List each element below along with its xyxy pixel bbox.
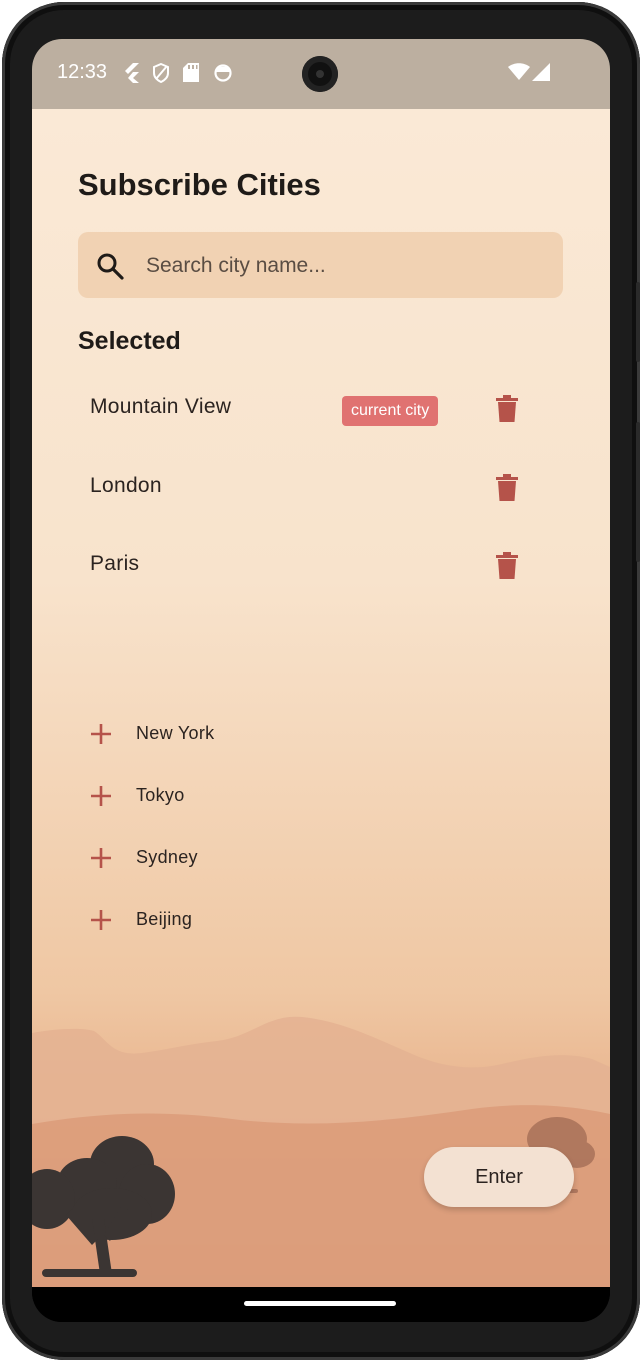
- wifi-icon: [508, 63, 530, 80]
- selected-city-row[interactable]: Paris: [78, 534, 568, 596]
- main-content: Subscribe Cities Selected Mountain View …: [32, 109, 610, 1287]
- search-input[interactable]: [144, 232, 548, 300]
- add-city-row[interactable]: Beijing: [90, 895, 390, 945]
- city-name: Sydney: [136, 847, 198, 867]
- selected-city-row[interactable]: London: [78, 456, 568, 518]
- plus-icon[interactable]: [90, 723, 112, 745]
- circle-status-icon: [214, 64, 232, 82]
- plus-icon[interactable]: [90, 909, 112, 931]
- selected-city-row[interactable]: Mountain View current city: [78, 377, 568, 439]
- enter-button[interactable]: Enter: [424, 1147, 574, 1207]
- status-bar: 12:33: [32, 39, 610, 109]
- signal-icon: [532, 63, 550, 81]
- screen: 12:33 Subscribe Cities Search city name.…: [32, 39, 610, 1322]
- page-title: Subscribe Cities: [78, 167, 321, 202]
- city-name: Tokyo: [136, 785, 185, 805]
- selected-heading: Selected: [78, 327, 181, 355]
- current-city-badge: current city: [342, 396, 439, 426]
- add-city-row[interactable]: New York: [90, 709, 390, 759]
- city-name: New York: [136, 723, 215, 743]
- search-bar[interactable]: [78, 232, 563, 300]
- search-icon: [97, 253, 124, 280]
- sd-card-icon: [183, 63, 199, 82]
- add-city-row[interactable]: Sydney: [90, 833, 390, 883]
- delete-icon[interactable]: [494, 552, 520, 580]
- phone-frame: 12:33 Subscribe Cities Search city name.…: [2, 2, 640, 1360]
- city-name: London: [90, 474, 162, 497]
- power-button: [636, 422, 640, 562]
- city-name: Paris: [90, 552, 140, 575]
- add-city-row[interactable]: Tokyo: [90, 771, 390, 821]
- navigation-bar: [32, 1287, 610, 1322]
- delete-icon[interactable]: [494, 474, 520, 502]
- home-indicator[interactable]: [244, 1301, 396, 1306]
- city-name: Beijing: [136, 909, 193, 929]
- volume-button: [636, 282, 640, 362]
- plus-icon[interactable]: [90, 785, 112, 807]
- plus-icon[interactable]: [90, 847, 112, 869]
- city-name: Mountain View: [90, 395, 232, 418]
- status-time: 12:33: [57, 61, 108, 83]
- flutter-icon: [125, 63, 139, 83]
- delete-icon[interactable]: [494, 395, 520, 423]
- shield-icon: [153, 63, 169, 83]
- front-camera: [302, 56, 338, 92]
